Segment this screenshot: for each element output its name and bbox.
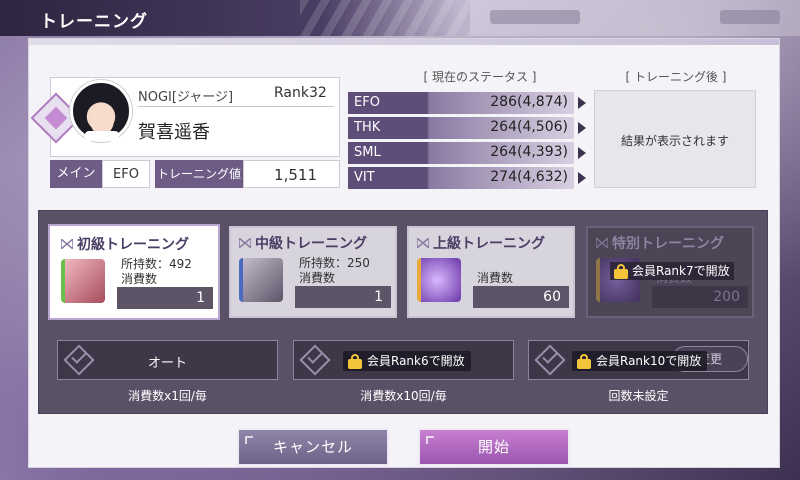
arrow-right-icon — [578, 97, 586, 109]
main-value: EFO — [102, 160, 150, 188]
lock-icon — [577, 354, 591, 369]
training-card-title: 上級トレーニング — [433, 236, 545, 252]
crystal-icon — [417, 258, 461, 302]
ribbon-icon — [61, 239, 73, 249]
cost-label: 消費数 — [121, 272, 158, 286]
after-training-header: [ トレーニング後 ] — [625, 70, 727, 84]
lock-notice-custom: 会員Rank10で開放 — [572, 351, 708, 371]
character-avatar — [70, 80, 132, 142]
lock-icon — [614, 264, 628, 279]
start-button-label: 開始 — [477, 438, 510, 456]
lock-notice-x10: 会員Rank6で開放 — [343, 351, 471, 371]
cost-label: 消費数 — [477, 271, 514, 285]
stat-value: 286(4,874) — [490, 94, 568, 110]
character-name: 賀喜遥香 — [138, 122, 210, 143]
training-card-title: 特別トレーニング — [612, 236, 724, 252]
cancel-button-label: キャンセル — [272, 438, 353, 456]
arrow-right-icon — [578, 172, 586, 184]
arrow-right-icon — [578, 147, 586, 159]
cost-label: 消費数 — [299, 271, 336, 285]
cancel-button[interactable]: キャンセル — [237, 428, 389, 466]
character-affiliation: NOGI[ジャージ] — [138, 90, 234, 105]
training-value: 1,511 — [243, 160, 340, 188]
custom-mode-caption: 回数未設定 — [608, 389, 669, 403]
lock-icon — [348, 354, 362, 369]
training-card-title: 初級トレーニング — [77, 237, 189, 253]
stat-label: THK — [354, 120, 381, 135]
header-bar: トレーニング — [0, 0, 470, 36]
training-value-label: トレーニング値 — [155, 160, 243, 188]
stat-row-vit: VIT 274(4,632) — [348, 167, 574, 189]
divider — [138, 106, 334, 107]
current-status-header: [ 現在のステータス ] — [423, 70, 537, 84]
page-title: トレーニング — [40, 12, 148, 32]
lock-text: 会員Rank7で開放 — [632, 264, 730, 278]
character-rank: Rank32 — [274, 85, 327, 101]
stat-label: EFO — [354, 95, 380, 110]
lock-text: 会員Rank10で開放 — [596, 354, 702, 368]
stat-value: 274(4,632) — [490, 169, 568, 185]
cost-value: 60 — [473, 286, 569, 308]
ribbon-icon — [239, 238, 251, 248]
after-training-placeholder: 結果が表示されます — [620, 134, 729, 148]
training-card-beginner[interactable]: 初級トレーニング 所持数：492 消費数 1 — [50, 226, 218, 318]
auto-mode-caption: 消費数x1回/毎 — [128, 389, 207, 403]
cost-value: 1 — [295, 286, 391, 308]
ticket-icon — [239, 258, 283, 302]
cost-value: 200 — [652, 286, 748, 308]
lock-text: 会員Rank6で開放 — [367, 354, 465, 368]
lock-notice-special: 会員Rank7で開放 — [610, 262, 734, 280]
training-card-intermediate[interactable]: 中級トレーニング 所持数：250 消費数 1 — [229, 226, 397, 318]
auto-mode-button[interactable]: オート — [57, 340, 278, 380]
stat-row-efo: EFO 286(4,874) — [348, 92, 574, 114]
stat-row-sml: SML 264(4,393) — [348, 142, 574, 164]
cost-value: 1 — [117, 287, 213, 309]
auto-mode-label: オート — [147, 356, 187, 371]
ribbon-icon — [596, 238, 608, 248]
stat-value: 264(4,393) — [490, 144, 568, 160]
x10-mode-caption: 消費数x10回/毎 — [360, 389, 447, 403]
training-card-advanced[interactable]: 上級トレーニング 消費数 60 — [407, 226, 575, 318]
stat-row-thk: THK 264(4,506) — [348, 117, 574, 139]
main-label: メイン — [50, 160, 102, 188]
ribbon-icon — [417, 238, 429, 248]
training-card-title: 中級トレーニング — [255, 236, 367, 252]
stat-label: SML — [354, 145, 381, 160]
start-button[interactable]: 開始 — [418, 428, 570, 466]
stat-label: VIT — [354, 170, 375, 185]
stat-value: 264(4,506) — [490, 119, 568, 135]
ticket-icon — [61, 259, 105, 303]
arrow-right-icon — [578, 122, 586, 134]
background-hud — [470, 0, 800, 36]
